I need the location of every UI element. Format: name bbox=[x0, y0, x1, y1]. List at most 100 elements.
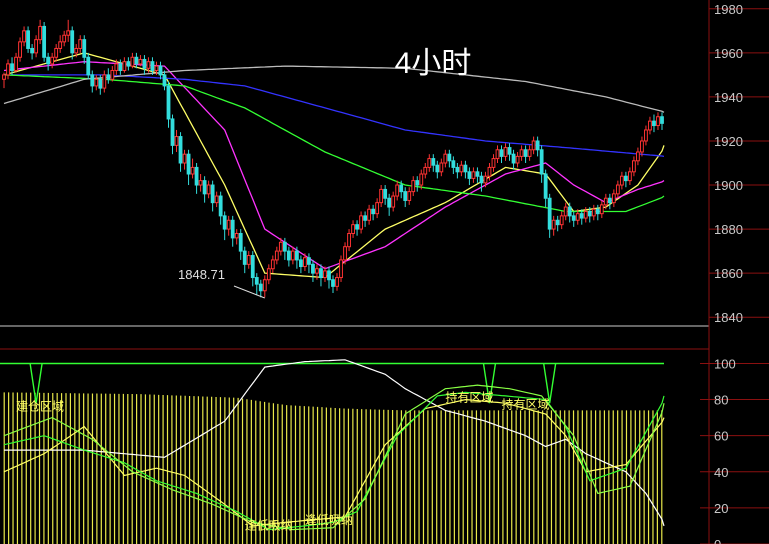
candle-body bbox=[471, 171, 476, 179]
candle-body bbox=[46, 56, 51, 65]
candle-body bbox=[74, 47, 79, 54]
candle-body bbox=[66, 30, 71, 36]
candle-body bbox=[619, 175, 624, 186]
candle-body bbox=[579, 213, 584, 219]
candle-body bbox=[146, 61, 151, 69]
candle-body bbox=[90, 74, 95, 87]
price-tick-label: 1980 bbox=[714, 2, 743, 17]
price-tick-label: 1840 bbox=[714, 310, 743, 325]
price-tick-label: 1920 bbox=[714, 134, 743, 149]
candle-body bbox=[487, 166, 492, 177]
low-annotation-label: 1848.71 bbox=[178, 267, 225, 282]
candle-body bbox=[38, 25, 43, 41]
candle-body bbox=[571, 215, 576, 221]
candle-body bbox=[298, 259, 303, 268]
indicator-tick-label: 20 bbox=[714, 501, 728, 516]
candle-body bbox=[58, 41, 63, 49]
candle-body bbox=[648, 120, 652, 131]
candle-body bbox=[254, 277, 259, 285]
candle-body bbox=[278, 241, 283, 252]
candle-body bbox=[106, 74, 111, 80]
candle-body bbox=[335, 277, 339, 287]
candle-body bbox=[656, 116, 660, 127]
candle-body bbox=[387, 197, 392, 208]
candle-body bbox=[475, 171, 480, 177]
candle-body bbox=[78, 39, 83, 49]
candle-body bbox=[511, 153, 516, 164]
candle-body bbox=[34, 39, 39, 54]
candle-body bbox=[54, 47, 59, 58]
candle-body bbox=[495, 149, 500, 160]
candle-body bbox=[214, 195, 219, 204]
candle-body bbox=[411, 180, 416, 193]
indicator-zone-label: 持有区域 bbox=[502, 397, 550, 412]
candle-body bbox=[607, 197, 612, 204]
indicator-zone-label: 逢低吸纳 bbox=[305, 513, 353, 527]
candle-body bbox=[359, 215, 363, 230]
candle-body bbox=[307, 257, 311, 265]
indicator-tick-label: 0 bbox=[714, 537, 721, 544]
candle-body bbox=[535, 140, 540, 151]
candle-body bbox=[50, 56, 55, 65]
candle-body bbox=[515, 155, 520, 164]
candle-body bbox=[162, 74, 167, 87]
candle-body bbox=[551, 219, 556, 230]
candle-body bbox=[98, 78, 103, 89]
candle-body bbox=[319, 268, 323, 279]
candle-body bbox=[186, 153, 191, 175]
indicator-zone-label: 持有区域 bbox=[445, 389, 493, 404]
candle-body bbox=[282, 241, 287, 252]
candle-body bbox=[455, 166, 460, 173]
indicator-tick-label: 80 bbox=[714, 393, 728, 408]
candle-body bbox=[102, 74, 107, 89]
candle-body bbox=[603, 197, 608, 206]
indicator-tick-label: 40 bbox=[714, 465, 728, 480]
candle-body bbox=[122, 61, 127, 71]
candle-body bbox=[407, 191, 412, 201]
candle-body bbox=[10, 63, 14, 71]
candle-body bbox=[632, 160, 636, 173]
candle-body bbox=[375, 202, 380, 215]
candle-body bbox=[266, 268, 271, 281]
candle-body bbox=[202, 180, 207, 195]
candle-body bbox=[303, 257, 307, 268]
candle-body bbox=[371, 208, 376, 215]
candle-body bbox=[114, 63, 119, 71]
candle-body bbox=[343, 246, 347, 261]
candle-body bbox=[507, 147, 512, 155]
candle-body bbox=[222, 215, 227, 230]
candle-body bbox=[347, 232, 351, 248]
candle-body bbox=[174, 136, 179, 146]
candle-body bbox=[451, 160, 456, 168]
candle-body bbox=[523, 149, 528, 157]
candle-body bbox=[499, 149, 504, 157]
candle-body bbox=[567, 206, 572, 217]
candle-body bbox=[315, 268, 319, 274]
candle-body bbox=[150, 61, 155, 71]
candle-body bbox=[198, 180, 203, 186]
candle-body bbox=[559, 215, 564, 226]
candle-body bbox=[258, 283, 263, 292]
candlestick-chart: 1840 1860 1880 1900 1920 1940 1960 1980 0 20 40 60… bbox=[0, 0, 769, 544]
candle-body bbox=[62, 34, 67, 43]
candle-body bbox=[182, 153, 187, 164]
candle-body bbox=[210, 184, 215, 204]
candle-body bbox=[290, 250, 295, 261]
candle-body bbox=[531, 140, 536, 151]
candle-body bbox=[294, 250, 299, 261]
candle-body bbox=[459, 164, 464, 173]
candle-body bbox=[26, 30, 30, 49]
candle-body bbox=[286, 250, 291, 261]
chart-background bbox=[0, 0, 769, 544]
candle-body bbox=[383, 188, 388, 199]
candle-body bbox=[158, 65, 163, 76]
price-tick-label: 1940 bbox=[714, 90, 743, 105]
candle-body bbox=[419, 173, 424, 186]
candle-body bbox=[154, 65, 159, 71]
price-tick-label: 1960 bbox=[714, 46, 743, 61]
candle-body bbox=[242, 250, 247, 265]
candle-body bbox=[483, 175, 488, 184]
candle-body bbox=[178, 136, 183, 164]
candle-body bbox=[395, 184, 400, 197]
candle-body bbox=[547, 197, 552, 230]
